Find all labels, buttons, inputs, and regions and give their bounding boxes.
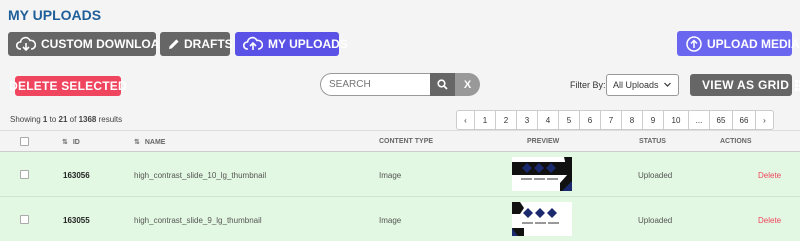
cloud-download-icon xyxy=(16,36,36,52)
column-content-type: CONTENT TYPE xyxy=(379,138,434,145)
page-1[interactable]: 1 xyxy=(474,110,496,130)
sort-icon: ⇅ xyxy=(134,139,140,146)
page-2[interactable]: 2 xyxy=(495,110,517,130)
upload-media-button[interactable]: UPLOAD MEDIA xyxy=(677,31,800,56)
cloud-upload-icon xyxy=(243,36,263,50)
delete-selected-button[interactable]: DELETE SELECTED xyxy=(9,76,127,96)
tab-label: MY UPLOADS xyxy=(268,37,348,51)
clear-search-button[interactable]: X xyxy=(455,73,480,96)
page-title: MY UPLOADS xyxy=(8,7,102,23)
pagination-next[interactable]: › xyxy=(755,110,774,130)
row-name: high_contrast_slide_10_lg_thumbnail xyxy=(134,171,267,180)
select-all-checkbox[interactable] xyxy=(20,137,29,146)
chevron-down-icon xyxy=(664,82,671,87)
sort-icon: ⇅ xyxy=(62,139,68,146)
tab-drafts[interactable]: DRAFTS xyxy=(160,32,233,56)
view-as-grid-label: VIEW AS GRID xyxy=(702,78,790,92)
column-actions: ACTIONS xyxy=(720,138,752,145)
table-row: 163055 high_contrast_slide_9_lg_thumbnai… xyxy=(0,197,800,241)
upload-circle-icon xyxy=(686,35,702,52)
pagination: ‹ 1 2 3 4 5 6 7 8 9 10 ... 65 66 › xyxy=(456,110,774,130)
grid-icon xyxy=(795,79,800,91)
view-as-grid-button[interactable]: VIEW AS GRID xyxy=(690,74,800,96)
row-status: Uploaded xyxy=(638,171,673,180)
table-row: 163056 high_contrast_slide_10_lg_thumbna… xyxy=(0,152,800,197)
filter-label: Filter By: xyxy=(570,80,606,90)
page-65[interactable]: 65 xyxy=(709,110,733,130)
row-id: 163055 xyxy=(63,216,90,225)
delete-selected-label: DELETE SELECTED xyxy=(9,79,127,93)
page-6[interactable]: 6 xyxy=(579,110,601,130)
column-status: STATUS xyxy=(639,138,666,145)
row-status: Uploaded xyxy=(638,216,673,225)
search-input[interactable] xyxy=(320,73,430,96)
filter-selected-value: All Uploads xyxy=(613,80,659,90)
filter-select[interactable]: All Uploads xyxy=(606,74,679,96)
page-4[interactable]: 4 xyxy=(537,110,559,130)
results-summary: Showing 1 to 21 of 1368 results xyxy=(10,115,123,124)
page-66[interactable]: 66 xyxy=(732,110,756,130)
page-10[interactable]: 10 xyxy=(663,110,689,130)
row-checkbox[interactable] xyxy=(20,170,29,179)
page-5[interactable]: 5 xyxy=(558,110,580,130)
page-7[interactable]: 7 xyxy=(600,110,622,130)
tab-my-uploads[interactable]: MY UPLOADS xyxy=(235,32,348,56)
delete-link[interactable]: Delete xyxy=(758,216,781,225)
search-bar: X xyxy=(320,73,480,96)
row-content-type: Image xyxy=(379,216,402,225)
preview-thumbnail[interactable] xyxy=(512,157,572,191)
tab-custom-downloads[interactable]: CUSTOM DOWNLOADS xyxy=(8,32,176,56)
delete-link[interactable]: Delete xyxy=(758,171,781,180)
upload-media-label: UPLOAD MEDIA xyxy=(707,36,800,51)
table-header: ⇅ ID ⇅ NAME CONTENT TYPE PREVIEW STATUS … xyxy=(0,130,800,152)
tab-label: CUSTOM DOWNLOADS xyxy=(41,37,177,51)
page-8[interactable]: 8 xyxy=(621,110,643,130)
row-id: 163056 xyxy=(63,171,90,180)
column-name[interactable]: ⇅ NAME xyxy=(134,138,165,146)
row-checkbox[interactable] xyxy=(20,215,29,224)
preview-thumbnail[interactable] xyxy=(512,202,572,236)
pencil-icon xyxy=(169,39,179,49)
search-icon xyxy=(437,79,448,90)
column-preview: PREVIEW xyxy=(527,138,560,145)
pagination-prev[interactable]: ‹ xyxy=(456,110,475,130)
search-button[interactable] xyxy=(430,73,455,96)
page-3[interactable]: 3 xyxy=(516,110,538,130)
column-id[interactable]: ⇅ ID xyxy=(62,138,80,146)
row-content-type: Image xyxy=(379,171,402,180)
page-9[interactable]: 9 xyxy=(642,110,664,130)
tab-label: DRAFTS xyxy=(184,37,233,51)
page-ellipsis: ... xyxy=(688,110,710,130)
row-name: high_contrast_slide_9_lg_thumbnail xyxy=(134,216,262,225)
